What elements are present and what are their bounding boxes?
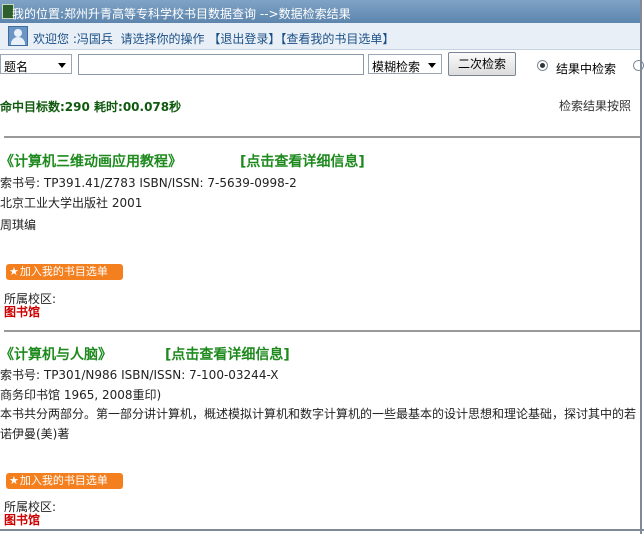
logout-link[interactable]: 【退出登录】 — [208, 32, 280, 46]
author: 诺伊曼(美)著 — [0, 427, 70, 441]
call-number: 索书号: TP391.41/Z783 ISBN/ISSN: 7-5639-099… — [0, 176, 297, 190]
chevron-down-icon — [428, 63, 436, 68]
star-icon: ★ — [9, 474, 19, 487]
author: 周琪编 — [0, 218, 37, 232]
secondary-search-button[interactable]: 二次检索 — [448, 52, 516, 76]
view-my-list-link[interactable]: 【查看我的书目选单】 — [280, 32, 394, 46]
instruction-text: 请选择你的操作 — [120, 32, 205, 46]
field-select[interactable]: 题名 — [0, 54, 72, 74]
divider — [4, 330, 640, 332]
add-to-list-button[interactable]: ★加入我的书目选单 — [6, 264, 123, 280]
welcome-text: 欢迎您 :冯国兵 请选择你的操作 【退出登录】【查看我的书目选单】 — [33, 30, 394, 47]
add-to-list-button[interactable]: ★加入我的书目选单 — [6, 473, 123, 489]
campus-value: 图书馆 — [4, 513, 41, 527]
user-avatar-icon — [8, 26, 28, 46]
detail-link[interactable]: [点击查看详细信息] — [240, 151, 365, 171]
user-name: 冯国兵 — [76, 32, 113, 46]
record-title[interactable]: 《计算机与人脑》 — [0, 344, 112, 364]
star-icon: ★ — [9, 265, 19, 278]
detail-link[interactable]: [点击查看详细信息] — [165, 344, 290, 364]
radio-option-2[interactable] — [633, 60, 644, 71]
search-input[interactable] — [78, 54, 364, 75]
publisher: 北京工业大学出版社 2001 — [0, 196, 143, 210]
mode-select-value: 模糊检索 — [372, 60, 421, 74]
divider — [4, 136, 640, 138]
window-border-right — [640, 0, 642, 534]
field-select-value: 题名 — [4, 60, 29, 74]
welcome-prefix: 欢迎您 : — [33, 32, 77, 46]
window-border-bottom — [0, 529, 644, 531]
summary: 本书共分两部分。第一部分讲计算机，概述模拟计算机和数字计算机的一些最基本的设计思… — [0, 407, 637, 421]
record-title[interactable]: 《计算机三维动画应用教程》 — [0, 151, 182, 171]
result-stats: 命中目标数:290 耗时:00.078秒 — [0, 100, 182, 114]
radio-label: 结果中检索 — [556, 62, 617, 76]
mode-select[interactable]: 模糊检索 — [368, 54, 442, 74]
call-number: 索书号: TP301/N986 ISBN/ISSN: 7-100-03244-X — [0, 368, 279, 382]
radio-search-in-results[interactable] — [537, 60, 548, 71]
location-bar: 我的位置:郑州升青高等专科学校书目数据查询 -->数据检索结果 — [0, 0, 640, 23]
chevron-down-icon — [58, 63, 66, 68]
welcome-bar: 欢迎您 :冯国兵 请选择你的操作 【退出登录】【查看我的书目选单】 — [0, 23, 640, 50]
publisher: 商务印书馆 1965, 2008重印) — [0, 388, 162, 402]
location-text: 我的位置:郑州升青高等专科学校书目数据查询 -->数据检索结果 — [12, 7, 351, 21]
sort-label: 检索结果按照 — [559, 99, 632, 113]
campus-value: 图书馆 — [4, 305, 41, 319]
